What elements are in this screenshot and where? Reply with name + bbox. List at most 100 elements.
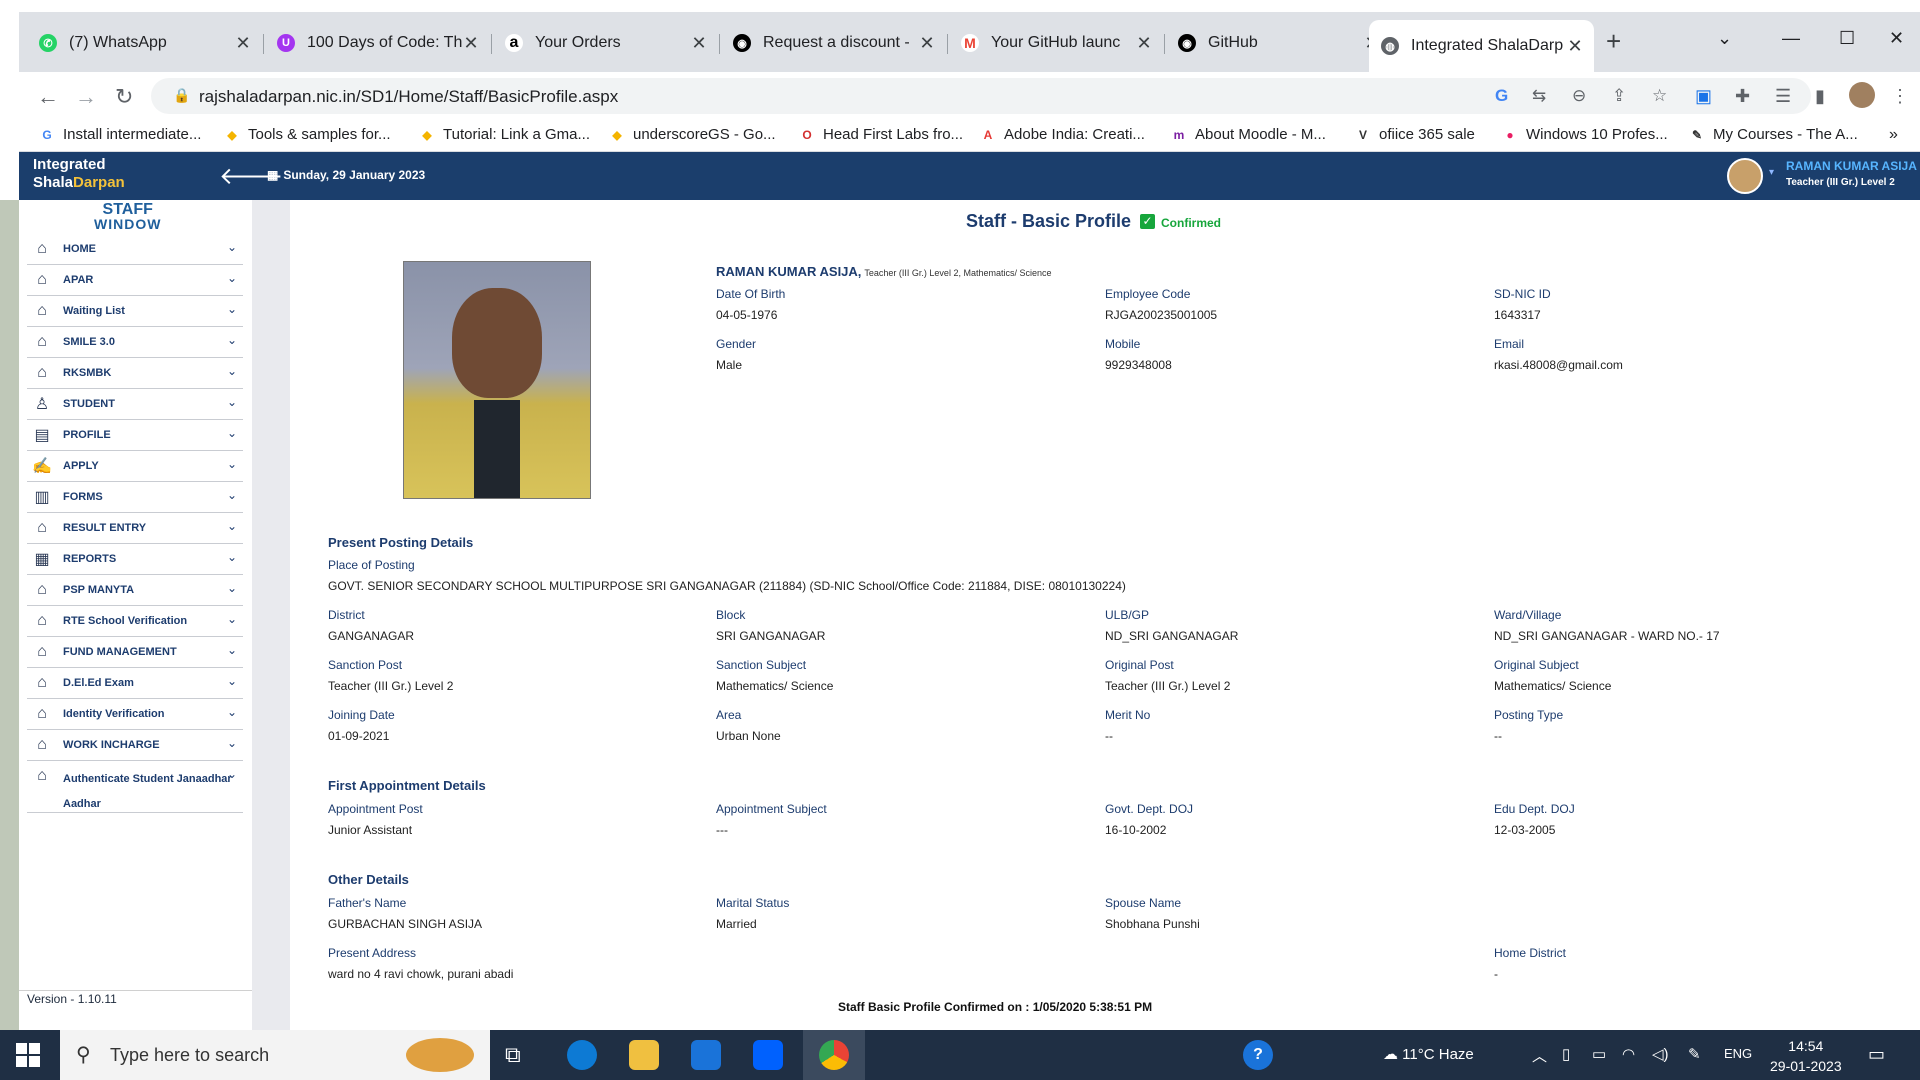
- language-indicator[interactable]: ENG: [1724, 1046, 1752, 1061]
- clock[interactable]: 14:54 29-01-2023: [1770, 1036, 1842, 1076]
- chevron-down-icon[interactable]: ⌄: [227, 457, 237, 471]
- tab-github-launch[interactable]: M Your GitHub launc ✕: [949, 26, 1163, 60]
- google-icon[interactable]: G: [1495, 86, 1508, 106]
- sidebar-item-result-entry[interactable]: ⌂ RESULT ENTRY ⌄: [27, 513, 243, 544]
- close-icon[interactable]: ✕: [462, 33, 480, 54]
- translate-icon[interactable]: ⇆: [1532, 86, 1546, 106]
- help-icon[interactable]: ?: [1243, 1040, 1273, 1070]
- dropbox-icon[interactable]: [753, 1040, 783, 1070]
- new-tab-button[interactable]: +: [1606, 26, 1621, 57]
- tab-request-discount[interactable]: ◉ Request a discount - ✕: [721, 26, 946, 60]
- bookmark-item[interactable]: O Head First Labs fro...: [799, 126, 963, 143]
- url-text[interactable]: rajshaladarpan.nic.in/SD1/Home/Staff/Bas…: [199, 87, 618, 107]
- sidebar-item-student[interactable]: ♙ STUDENT ⌄: [27, 389, 243, 420]
- chevron-down-icon[interactable]: ⌄: [227, 364, 237, 378]
- sidebar-item-forms[interactable]: ▥ FORMS ⌄: [27, 482, 243, 513]
- share-icon[interactable]: ⇪: [1612, 86, 1626, 106]
- taskbar-search[interactable]: ⚲ Type here to search: [60, 1030, 490, 1080]
- bookmark-item[interactable]: ◆ Tutorial: Link a Gma...: [419, 126, 590, 143]
- close-icon[interactable]: ✕: [1135, 33, 1153, 54]
- back-button[interactable]: ←: [37, 84, 59, 110]
- sidebar-item-fund-management[interactable]: ⌂ FUND MANAGEMENT ⌄: [27, 637, 243, 668]
- chevron-down-icon[interactable]: ⌄: [227, 333, 237, 347]
- bookmark-item[interactable]: ◆ underscoreGS - Go...: [609, 126, 775, 143]
- kebab-menu-icon[interactable]: ⋮: [1891, 86, 1909, 107]
- tab-search-chevron-icon[interactable]: ⌄: [1717, 28, 1732, 49]
- chevron-down-icon[interactable]: ⌄: [227, 581, 237, 595]
- bookmark-item[interactable]: ◆ Tools & samples for...: [224, 126, 390, 143]
- taskbar-active-app[interactable]: [803, 1030, 865, 1080]
- sidebar-item-work-incharge[interactable]: ⌂ WORK INCHARGE ⌄: [27, 730, 243, 761]
- chevron-down-icon[interactable]: ⌄: [227, 302, 237, 316]
- more-bookmarks-icon[interactable]: »: [1889, 126, 1898, 144]
- sidebar-item-waiting-list[interactable]: ⌂ Waiting List ⌄: [27, 296, 243, 327]
- sidebar-item-rte-school-verification[interactable]: ⌂ RTE School Verification ⌄: [27, 606, 243, 637]
- chevron-down-icon[interactable]: ⌄: [227, 550, 237, 564]
- lock-icon[interactable]: 🔒: [173, 87, 190, 104]
- mail-icon[interactable]: [691, 1040, 721, 1070]
- chevron-down-icon[interactable]: ⌄: [227, 736, 237, 750]
- chevron-down-icon[interactable]: ⌄: [227, 767, 237, 781]
- edge-icon[interactable]: [567, 1040, 597, 1070]
- weather-widget[interactable]: ☁ 11°C Haze: [1383, 1045, 1474, 1063]
- pen-icon[interactable]: ✎: [1688, 1045, 1701, 1063]
- address-bar[interactable]: 🔒 rajshaladarpan.nic.in/SD1/Home/Staff/B…: [151, 78, 1811, 114]
- chevron-down-icon[interactable]: ⌄: [227, 519, 237, 533]
- chevron-down-icon[interactable]: ⌄: [227, 426, 237, 440]
- zoom-icon[interactable]: ⊖: [1572, 86, 1586, 106]
- close-icon[interactable]: ✕: [1566, 36, 1584, 57]
- bookmark-item[interactable]: Vofiice 365 sale: [1355, 126, 1475, 143]
- bookmark-item[interactable]: ✎ My Courses - The A...: [1689, 126, 1858, 143]
- profile-avatar[interactable]: [1849, 82, 1875, 108]
- bookmark-item[interactable]: ● Windows 10 Profes...: [1502, 126, 1667, 143]
- tab-whatsapp[interactable]: ✆ (7) WhatsApp ✕: [27, 26, 262, 60]
- tab-github[interactable]: ◉ GitHub ✕: [1166, 26, 1391, 60]
- sidebar-item-profile[interactable]: ▤ PROFILE ⌄: [27, 420, 243, 451]
- maximize-button[interactable]: ☐: [1839, 28, 1855, 49]
- puzzle-icon[interactable]: ✚: [1735, 86, 1750, 107]
- bookmark-item[interactable]: m About Moodle - M...: [1171, 126, 1326, 143]
- tray-device-icon[interactable]: ▯: [1562, 1045, 1570, 1063]
- sidebar-item-apply[interactable]: ✍ APPLY ⌄: [27, 451, 243, 482]
- sidebar-item-rksmbk[interactable]: ⌂ RKSMBK ⌄: [27, 358, 243, 389]
- sidebar-item-home[interactable]: ⌂ HOME ⌄: [27, 234, 243, 265]
- task-view-icon[interactable]: ⧉: [505, 1042, 535, 1072]
- chevron-down-icon[interactable]: ⌄: [227, 643, 237, 657]
- bookmark-item[interactable]: G Install intermediate...: [39, 126, 201, 143]
- extension-icon[interactable]: ▣: [1695, 86, 1712, 107]
- minimize-button[interactable]: —: [1782, 28, 1800, 49]
- shaladarpan-logo[interactable]: Integrated ShalaDarpan: [33, 156, 125, 192]
- network-icon[interactable]: ◠: [1622, 1045, 1635, 1063]
- tray-chevron-icon[interactable]: ︿: [1532, 1045, 1547, 1066]
- sidebar-item-reports[interactable]: ▦ REPORTS ⌄: [27, 544, 243, 575]
- reading-list-icon[interactable]: ☰: [1775, 86, 1791, 107]
- tab-integrated-shaladarpan[interactable]: ◍ Integrated ShalaDarp ✕: [1369, 20, 1594, 72]
- sidebar-item-psp-manyta[interactable]: ⌂ PSP MANYTA ⌄: [27, 575, 243, 606]
- user-info[interactable]: RAMAN KUMAR ASIJA Teacher (III Gr.) Leve…: [1786, 159, 1917, 188]
- tab-100-days-of-code[interactable]: U 100 Days of Code: Th ✕: [265, 26, 490, 60]
- close-icon[interactable]: ✕: [690, 33, 708, 54]
- side-panel-icon[interactable]: ▮: [1815, 86, 1825, 107]
- chevron-down-icon[interactable]: ⌄: [227, 240, 237, 254]
- bookmark-item[interactable]: A Adobe India: Creati...: [980, 126, 1145, 143]
- chevron-down-icon[interactable]: ⌄: [227, 674, 237, 688]
- user-avatar[interactable]: [1727, 158, 1763, 194]
- sidebar-item-smile[interactable]: ⌂ SMILE 3.0 ⌄: [27, 327, 243, 358]
- volume-icon[interactable]: ◁): [1652, 1045, 1669, 1063]
- close-icon[interactable]: ✕: [234, 33, 252, 54]
- sidebar-item-authenticate-student[interactable]: ⌂ Authenticate Student Janaadhar Aadhar ⌄: [27, 761, 243, 813]
- chevron-down-icon[interactable]: ⌄: [227, 488, 237, 502]
- reload-button[interactable]: ↻: [115, 84, 133, 110]
- windows-start-icon[interactable]: [16, 1043, 40, 1067]
- sidebar-item-deled-exam[interactable]: ⌂ D.El.Ed Exam ⌄: [27, 668, 243, 699]
- file-explorer-icon[interactable]: [629, 1040, 659, 1070]
- chevron-down-icon[interactable]: ⌄: [227, 395, 237, 409]
- forward-button[interactable]: →: [75, 84, 97, 110]
- bookmark-star-icon[interactable]: ☆: [1652, 86, 1667, 106]
- sidebar-item-identity-verification[interactable]: ⌂ Identity Verification ⌄: [27, 699, 243, 730]
- user-menu-caret-icon[interactable]: ▾: [1769, 167, 1774, 178]
- tab-your-orders[interactable]: a Your Orders ✕: [493, 26, 718, 60]
- close-icon[interactable]: ✕: [918, 33, 936, 54]
- close-window-button[interactable]: ✕: [1889, 28, 1904, 49]
- sidebar-item-apar[interactable]: ⌂ APAR ⌄: [27, 265, 243, 296]
